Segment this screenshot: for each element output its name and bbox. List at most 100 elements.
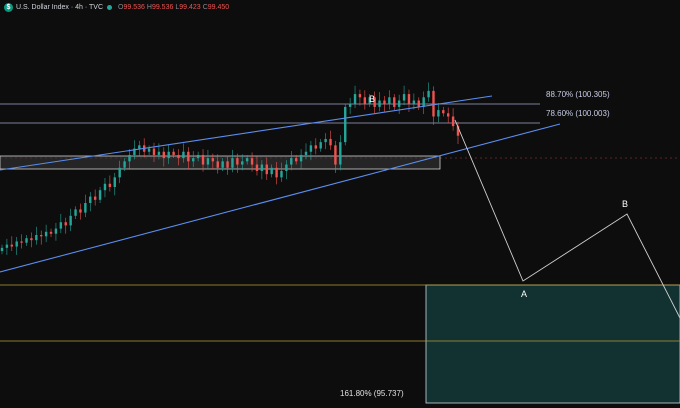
candle-body — [275, 167, 278, 178]
candle-body — [378, 100, 381, 107]
candle-body — [162, 151, 166, 159]
candle-body — [147, 148, 151, 152]
symbol-title[interactable]: U.S. Dollar Index · 4h · TVC — [16, 4, 103, 11]
candle-body — [294, 158, 298, 162]
candle-body — [231, 158, 234, 168]
fib-1618-label: 161.80% (95.737) — [340, 389, 404, 398]
candle-body — [383, 100, 386, 104]
candle-body — [138, 145, 141, 149]
candle-body — [324, 138, 327, 143]
candle-body — [201, 154, 205, 165]
candle-body — [98, 190, 102, 200]
candle-body — [314, 145, 318, 149]
candle-body — [353, 94, 357, 104]
candle-body — [432, 90, 435, 117]
ohlc-high-value: 99.536 — [151, 3, 174, 11]
candle-body — [226, 161, 229, 168]
candle-body — [250, 158, 254, 165]
fib-887-label: 88.70% (100.305) — [546, 90, 610, 99]
candle-body — [407, 94, 411, 104]
candle-body — [15, 241, 18, 247]
candle-body — [30, 238, 33, 241]
candle-body — [402, 94, 406, 101]
candle-body — [427, 90, 430, 98]
candle-body — [113, 177, 116, 187]
candle-body — [89, 196, 92, 203]
candle-body — [334, 145, 337, 165]
target-zone[interactable] — [425, 284, 680, 404]
consolidation-box[interactable] — [0, 155, 441, 170]
candle-body — [417, 100, 420, 107]
candle-body — [236, 158, 239, 165]
candle-body — [451, 116, 455, 127]
candle-body — [84, 202, 87, 213]
candle-body — [265, 164, 268, 175]
candle-body — [285, 164, 288, 171]
market-status-icon — [107, 4, 113, 10]
candle-body — [221, 161, 224, 168]
candle-body — [25, 238, 28, 243]
candle-body — [172, 151, 175, 155]
candle-body — [255, 164, 259, 171]
candle-body — [93, 196, 97, 200]
candle-body — [79, 209, 82, 213]
candle-body — [393, 97, 396, 107]
fib-786-label: 78.60% (100.003) — [546, 109, 610, 118]
candle-body — [69, 215, 72, 226]
candle-body — [74, 209, 77, 216]
chart-canvas[interactable] — [0, 0, 680, 408]
candle-body — [196, 154, 200, 159]
candle-body — [157, 151, 161, 155]
candle-body — [216, 161, 219, 168]
candle-body — [329, 138, 332, 146]
candle-body — [35, 235, 38, 241]
candle-body — [319, 142, 322, 149]
candle-body — [304, 151, 308, 155]
lower-trendline[interactable] — [0, 123, 561, 273]
candle-body — [44, 231, 48, 237]
candle-body — [0, 247, 4, 252]
candle-body — [348, 103, 352, 107]
candle-body — [309, 145, 313, 152]
candle-body — [182, 151, 185, 159]
candle-body — [397, 100, 401, 107]
candle-body — [152, 148, 156, 155]
ohlc-low-value: 99.423 — [179, 3, 201, 11]
candle-body — [388, 97, 391, 104]
candle-body — [118, 167, 121, 178]
candle-body — [211, 158, 215, 162]
candle-body — [344, 106, 347, 143]
candle-body — [103, 183, 107, 191]
candle-body — [280, 170, 283, 178]
candle-body — [358, 94, 362, 98]
wave-b-projection-label: B — [622, 199, 629, 209]
candle-body — [363, 97, 367, 104]
symbol-header: $ U.S. Dollar Index · 4h · TVC O 99.536 H… — [4, 0, 229, 14]
candle-body — [192, 158, 195, 162]
candle-body — [5, 244, 9, 248]
candle-body — [167, 151, 170, 159]
candle-body — [59, 222, 63, 229]
candle-body — [64, 222, 67, 226]
candle-body — [54, 228, 58, 234]
candle-body — [442, 110, 445, 114]
candle-body — [123, 161, 126, 168]
candle-body — [187, 151, 190, 162]
dollar-icon: $ — [4, 2, 13, 12]
candle-body — [412, 100, 416, 104]
candle-body — [241, 161, 244, 165]
candle-body — [299, 154, 303, 162]
ohlc-open-value: 99.536 — [123, 3, 145, 11]
candle-body — [49, 231, 53, 234]
candle-body — [108, 183, 112, 187]
candle-body — [339, 142, 342, 165]
candle-body — [245, 158, 249, 162]
candle-body — [446, 113, 450, 117]
candle-body — [206, 158, 210, 165]
candle-body — [177, 154, 180, 159]
candle-body — [290, 158, 293, 165]
candle-body — [260, 164, 264, 171]
candle-body — [422, 97, 425, 107]
candle-body — [270, 167, 273, 175]
candle-body — [10, 244, 14, 247]
